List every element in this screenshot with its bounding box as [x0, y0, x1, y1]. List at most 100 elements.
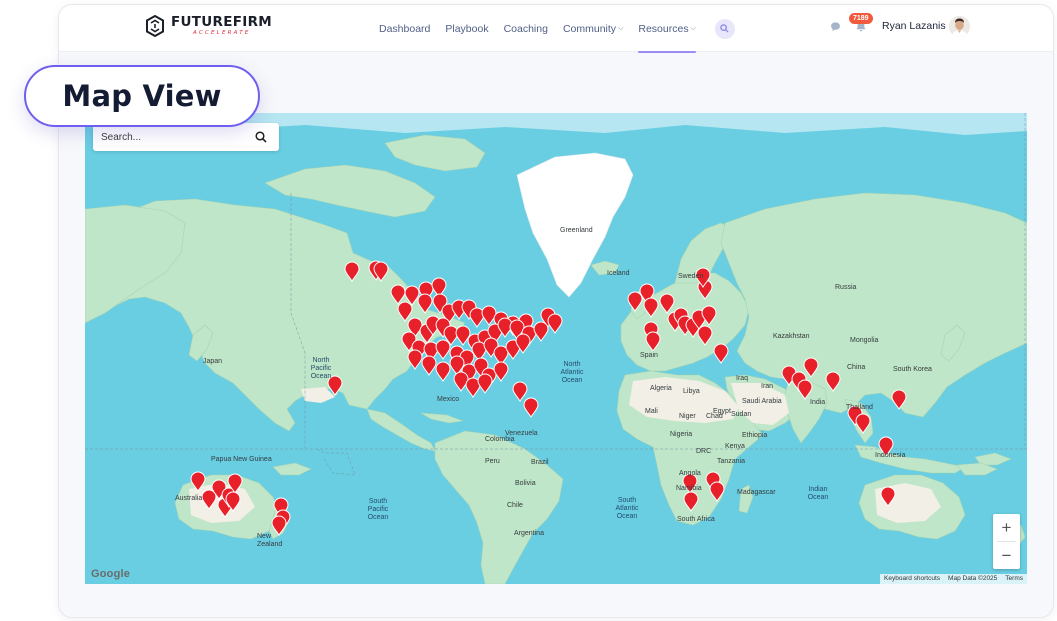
- location-pin[interactable]: [435, 339, 451, 360]
- label-brazil: Brazil: [531, 459, 549, 466]
- zoom-in-button[interactable]: +: [993, 514, 1020, 541]
- label-namibia: Namibia: [676, 485, 702, 492]
- label-indian-ocean: Indian Ocean: [807, 486, 829, 501]
- label-saudi-arabia: Saudi Arabia: [742, 398, 782, 405]
- label-south-atlantic-ocean: South Atlantic Ocean: [615, 497, 639, 520]
- label-china: China: [847, 364, 866, 371]
- label-sweden: Sweden: [678, 273, 704, 280]
- brand-tagline: ACCELERATE: [193, 29, 251, 36]
- label-south-pacific-ocean: South Pacific Ocean: [367, 498, 389, 521]
- label-russia: Russia: [835, 284, 857, 291]
- nav-dashboard[interactable]: Dashboard: [379, 5, 430, 52]
- label-kazakhstan: Kazakhstan: [773, 333, 810, 340]
- label-mongolia: Mongolia: [850, 337, 879, 344]
- label-mexico: Mexico: [437, 396, 460, 403]
- location-pin[interactable]: [421, 355, 437, 376]
- location-pin[interactable]: [713, 343, 729, 364]
- map-search-box[interactable]: [93, 123, 279, 151]
- label-india: India: [810, 399, 826, 406]
- map-view-callout: Map View: [24, 65, 260, 127]
- label-sudan: Sudan: [731, 411, 752, 418]
- nav-playbook[interactable]: Playbook: [445, 5, 488, 52]
- location-pin[interactable]: [435, 361, 451, 382]
- nav-label: Community: [562, 22, 617, 35]
- label-japan: Japan: [203, 358, 223, 365]
- label-papua-new-guinea: Papua New Guinea: [211, 456, 272, 463]
- label-niger: Niger: [679, 413, 696, 420]
- label-north-pacific-ocean: North Pacific Ocean: [310, 357, 332, 380]
- notification-count-badge: 7189: [849, 13, 873, 24]
- label-peru: Peru: [485, 458, 500, 465]
- label-bolivia: Bolivia: [515, 480, 536, 487]
- location-pin[interactable]: [547, 313, 563, 334]
- nav-community[interactable]: Community ⌵: [563, 5, 623, 52]
- label-south-africa: South Africa: [677, 516, 715, 523]
- label-madagascar: Madagascar: [737, 489, 776, 496]
- terms-link[interactable]: Terms: [1001, 574, 1027, 584]
- logo-mark-icon: [146, 15, 164, 37]
- label-chad: Chad: [706, 413, 723, 420]
- nav-label: Dashboard: [379, 22, 431, 35]
- location-pin[interactable]: [512, 381, 528, 402]
- label-new-zealand: New Zealand: [257, 533, 283, 548]
- label-australia: Australia: [175, 495, 203, 502]
- label-spain: Spain: [640, 352, 658, 359]
- world-map-canvas[interactable]: [85, 113, 1027, 584]
- nav-resources[interactable]: Resources ⌵: [638, 5, 696, 53]
- location-pin[interactable]: [481, 305, 497, 326]
- label-nigeria: Nigeria: [670, 431, 693, 438]
- top-navigation-bar: FUTUREFIRM ACCELERATE Dashboard Playbook…: [59, 5, 1053, 53]
- keyboard-shortcuts-link[interactable]: Keyboard shortcuts: [880, 574, 944, 584]
- search-icon[interactable]: [255, 131, 267, 143]
- label-north-atlantic-ocean: North Atlantic Ocean: [560, 361, 584, 384]
- label-south-korea: South Korea: [893, 366, 932, 373]
- label-colombia: Colombia: [485, 436, 515, 443]
- label-algeria: Algeria: [650, 385, 672, 392]
- label-iraq: Iraq: [736, 375, 749, 382]
- south-america: [434, 430, 564, 584]
- label-greenland: Greenland: [560, 227, 593, 234]
- label-kenya: Kenya: [725, 443, 745, 450]
- chat-icon[interactable]: [830, 21, 841, 32]
- label-drc: DRC: [696, 448, 712, 455]
- map-data-text: Map Data ©2025: [948, 575, 998, 582]
- label-angola: Angola: [679, 470, 701, 477]
- zoom-controls: + −: [993, 514, 1020, 569]
- avatar[interactable]: [949, 16, 970, 37]
- chevron-down-icon: ⌵: [618, 24, 624, 32]
- label-ethiopia: Ethiopia: [742, 432, 768, 439]
- label-mali: Mali: [645, 408, 658, 415]
- location-pin[interactable]: [533, 321, 549, 342]
- chevron-down-icon: ⌵: [690, 24, 696, 32]
- label-iceland: Iceland: [607, 270, 630, 277]
- map-view-label: Map View: [62, 79, 222, 113]
- nav-label: Resources: [638, 22, 689, 35]
- main-nav: Dashboard Playbook Coaching Community ⌵ R…: [379, 5, 735, 53]
- zoom-out-button[interactable]: −: [993, 542, 1020, 569]
- avatar-portrait: [949, 16, 970, 37]
- brand-name: FUTUREFIRM: [171, 14, 273, 30]
- user-name[interactable]: Ryan Lazanis: [882, 20, 946, 32]
- location-pin[interactable]: [453, 371, 469, 392]
- label-indonesia: Indonesia: [875, 452, 906, 459]
- search-icon: [720, 24, 729, 33]
- nav-label: Coaching: [503, 22, 548, 35]
- nav-coaching[interactable]: Coaching: [504, 5, 548, 52]
- label-tanzania: Tanzania: [717, 458, 746, 465]
- google-logo[interactable]: Google: [91, 568, 130, 580]
- label-thailand: Thailand: [846, 404, 873, 411]
- label-iran: Iran: [761, 383, 774, 390]
- label-argentina: Argentina: [514, 530, 544, 537]
- map-attribution: Keyboard shortcuts Map Data ©2025 Terms: [880, 574, 1027, 584]
- global-search-button[interactable]: [714, 18, 735, 39]
- nav-label: Playbook: [445, 22, 489, 35]
- location-pin[interactable]: [523, 397, 539, 418]
- location-pin[interactable]: [493, 361, 509, 382]
- brand-logo[interactable]: FUTUREFIRM ACCELERATE: [145, 15, 272, 37]
- location-pin[interactable]: [477, 373, 493, 394]
- world-map[interactable]: Greenland Iceland Sweden Russia Kazakhst…: [85, 113, 1027, 584]
- map-search-input[interactable]: [93, 123, 243, 151]
- label-libya: Libya: [683, 388, 700, 395]
- label-chile: Chile: [507, 502, 523, 509]
- arctic-islands: [264, 164, 436, 218]
